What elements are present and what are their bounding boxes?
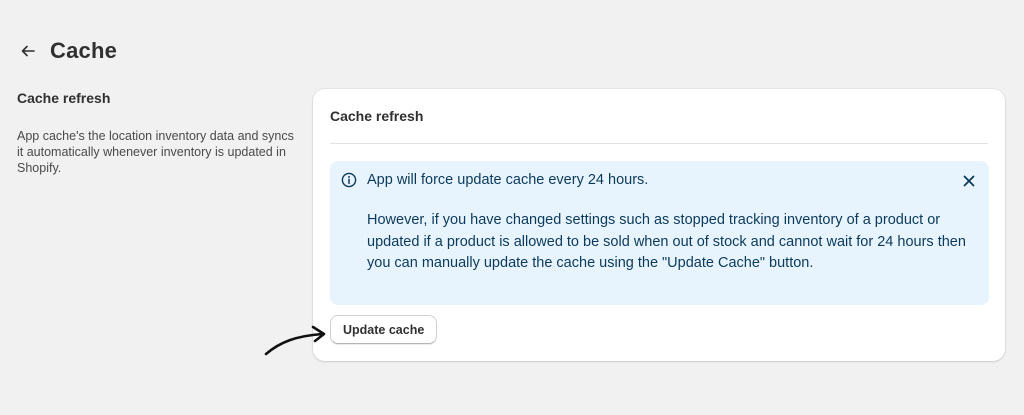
section-description: App cache's the location inventory data …: [17, 129, 294, 175]
update-cache-button[interactable]: Update cache: [330, 315, 438, 344]
close-icon: [963, 175, 975, 187]
section-title: Cache refresh: [17, 90, 111, 106]
info-circle-icon: [341, 172, 357, 188]
banner-body: However, if you have changed settings su…: [367, 212, 966, 271]
arrow-left-icon: [21, 45, 35, 57]
card-divider: [330, 143, 988, 144]
page-header: Cache: [18, 38, 117, 64]
cache-refresh-card: Cache refresh App will force update cach…: [313, 89, 1005, 361]
dismiss-banner-button[interactable]: [960, 172, 978, 190]
info-banner: App will force update cache every 24 hou…: [330, 161, 989, 305]
card-title: Cache refresh: [330, 108, 424, 124]
back-button[interactable]: [18, 41, 38, 61]
section-annotation: Cache refresh App cache's the location i…: [17, 90, 302, 176]
curved-arrow-icon: [264, 325, 326, 356]
banner-title: App will force update cache every 24 hou…: [367, 172, 649, 188]
page-title: Cache: [50, 38, 118, 63]
